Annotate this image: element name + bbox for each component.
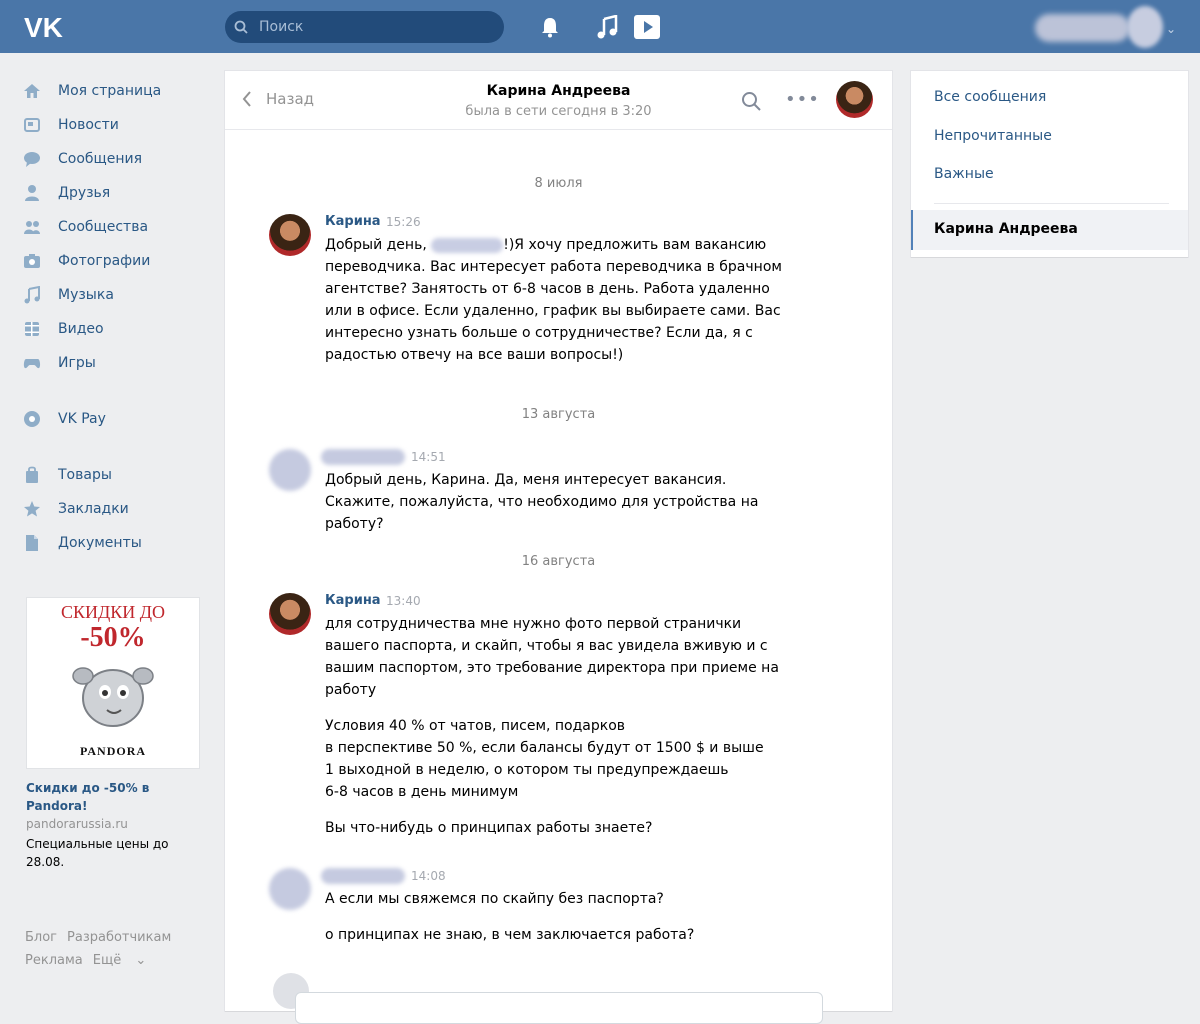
sidebar-item-photos[interactable]: Фотографии — [22, 244, 202, 278]
redacted-name — [431, 237, 504, 253]
market-icon — [22, 465, 42, 485]
ad-text: Специальные цены до 28.08. — [26, 837, 169, 869]
messages-filter-panel: Все сообщения Непрочитанные Важные Карин… — [911, 71, 1188, 257]
filter-unread[interactable]: Непрочитанные — [934, 128, 1052, 144]
sidebar-item-bookmarks[interactable]: Закладки — [22, 492, 202, 526]
bookmarks-icon — [22, 499, 42, 519]
news-icon — [22, 115, 42, 135]
date-separator: 13 августа — [521, 407, 596, 422]
sidebar-item-vkpay[interactable]: VK Pay — [22, 402, 202, 436]
games-icon — [22, 353, 42, 373]
message-author[interactable]: Карина — [325, 593, 381, 608]
search-placeholder: Поиск — [259, 19, 304, 35]
active-dialog-item[interactable]: Карина Андреева — [911, 210, 1188, 250]
vkpay-icon — [22, 409, 42, 429]
sidebar-item-music[interactable]: Музыка — [22, 278, 202, 312]
message-author-redacted[interactable] — [321, 449, 405, 465]
message-time[interactable]: 14:08 — [411, 869, 446, 883]
svg-text:VK: VK — [24, 12, 63, 42]
sidebar-item-my-page[interactable]: Моя страница — [22, 74, 202, 108]
sidebar-item-documents[interactable]: Документы — [22, 526, 202, 560]
photos-icon — [22, 251, 42, 271]
message-time[interactable]: 13:40 — [386, 594, 421, 608]
ad-image[interactable]: СКИДКИ ДО -50% PANDORA — [26, 597, 200, 769]
peer-avatar[interactable] — [836, 81, 873, 118]
ad-percent: -50% — [80, 622, 146, 653]
author-avatar[interactable] — [269, 868, 311, 910]
message-text: Добрый день, Карина. Да, меня интересует… — [325, 472, 759, 532]
message-author-redacted[interactable] — [321, 868, 405, 884]
filter-important[interactable]: Важные — [934, 166, 994, 182]
date-separator: 8 июля — [534, 176, 583, 191]
left-sidebar: Моя страница Новости Сообщения Друзья Со… — [22, 74, 202, 560]
footer-developers-link[interactable]: Разработчикам — [67, 930, 171, 945]
search-box[interactable]: Поиск — [225, 11, 504, 43]
messages-icon — [22, 149, 42, 169]
nav-divider — [22, 380, 202, 402]
message-text: А если мы свяжемся по скайпу без паспорт… — [325, 891, 695, 943]
groups-icon — [22, 217, 42, 237]
search-icon — [234, 20, 248, 34]
chat-header: Назад Карина Андреева была в сети сегодн… — [225, 71, 892, 130]
sidebar-item-news[interactable]: Новости — [22, 108, 202, 142]
message-input[interactable] — [295, 992, 823, 1024]
friends-icon — [22, 183, 42, 203]
documents-icon — [22, 533, 42, 553]
message-text: для сотрудничества мне нужно фото первой… — [325, 616, 779, 836]
sidebar-item-groups[interactable]: Сообщества — [22, 210, 202, 244]
sidebar-item-friends[interactable]: Друзья — [22, 176, 202, 210]
chat-panel: Назад Карина Андреева была в сети сегодн… — [225, 71, 892, 1024]
sidebar-item-market[interactable]: Товары — [22, 458, 202, 492]
author-avatar[interactable] — [269, 593, 311, 635]
message-text: Добрый день, !)Я хочу предложить вам вак… — [325, 237, 782, 363]
video-icon — [22, 319, 42, 339]
ad-domain[interactable]: pandorarussia.ru — [26, 817, 200, 831]
chevron-down-icon[interactable]: ⌄ — [1166, 22, 1176, 36]
sidebar-ad[interactable]: СКИДКИ ДО -50% PANDORA Скидки до -50% в … — [26, 597, 200, 871]
footer-blog-link[interactable]: Блог — [25, 930, 57, 945]
active-dialog-name: Карина Андреева — [934, 221, 1078, 237]
bell-icon[interactable] — [540, 16, 560, 38]
more-options-icon[interactable]: ••• — [785, 89, 820, 110]
footer-ads-link[interactable]: Реклама — [25, 953, 83, 968]
divider — [934, 203, 1169, 204]
sidebar-item-messages[interactable]: Сообщения — [22, 142, 202, 176]
sidebar-item-video[interactable]: Видео — [22, 312, 202, 346]
date-separator: 16 августа — [521, 554, 596, 569]
vk-logo-icon[interactable]: VK — [24, 12, 68, 42]
nav-divider — [22, 436, 202, 458]
author-avatar[interactable] — [269, 449, 311, 491]
top-bar: VK Поиск ⌄ — [0, 0, 1200, 53]
message-time[interactable]: 15:26 — [386, 215, 421, 229]
chevron-down-icon: ⌄ — [135, 953, 147, 968]
message-author[interactable]: Карина — [325, 214, 381, 229]
filter-all-messages[interactable]: Все сообщения — [934, 89, 1046, 105]
footer-more-link[interactable]: Ещё ⌄ — [93, 953, 157, 968]
charm-illustration — [72, 667, 154, 727]
home-icon — [22, 81, 42, 101]
footer-links: Блог Разработчикам Реклама Ещё ⌄ — [25, 926, 205, 972]
author-avatar[interactable] — [269, 214, 311, 256]
ad-headline: СКИДКИ ДО — [60, 602, 166, 622]
ad-title[interactable]: Скидки до -50% в Pandora! — [26, 779, 200, 815]
music-icon — [22, 285, 42, 305]
play-icon[interactable] — [634, 15, 660, 39]
ad-brand: PANDORA — [79, 744, 147, 758]
message-time[interactable]: 14:51 — [411, 450, 446, 464]
sidebar-item-games[interactable]: Игры — [22, 346, 202, 380]
music-note-icon[interactable] — [596, 15, 618, 39]
user-avatar[interactable] — [1127, 6, 1163, 48]
search-icon[interactable] — [741, 91, 761, 111]
username-blurred[interactable] — [1035, 14, 1130, 42]
